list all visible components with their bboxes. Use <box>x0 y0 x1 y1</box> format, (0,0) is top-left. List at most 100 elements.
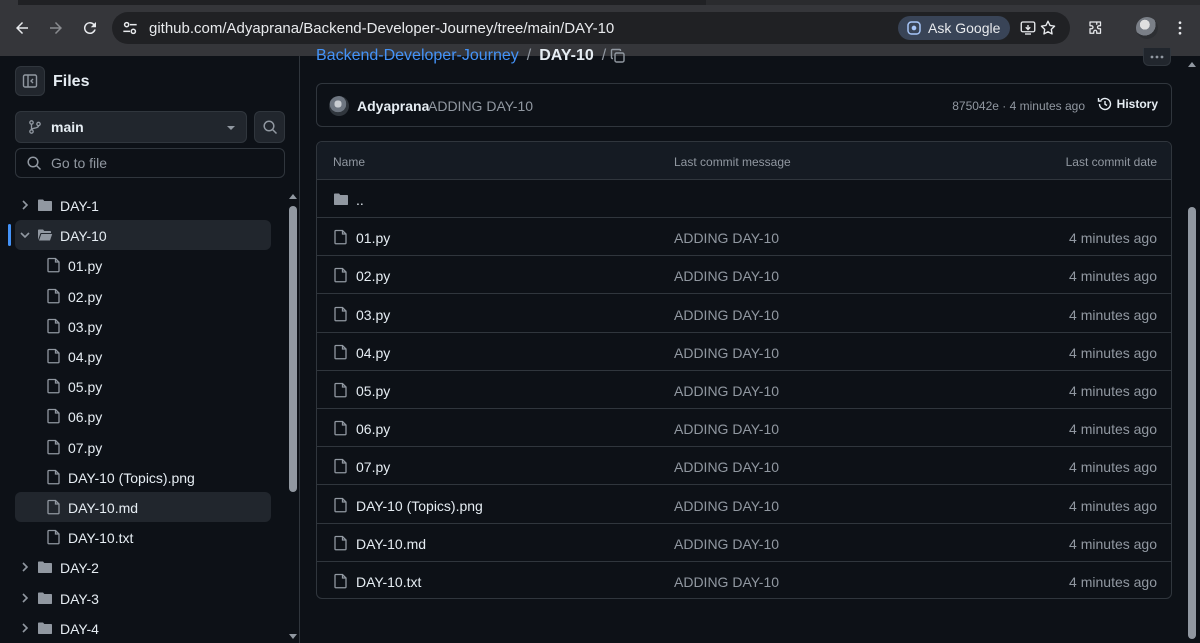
file-commit-message[interactable]: ADDING DAY-10 <box>674 536 779 552</box>
caret-down-icon <box>227 126 235 130</box>
scroll-down-arrow-icon[interactable] <box>288 633 298 641</box>
file-name-link[interactable]: 06.py <box>356 421 390 437</box>
forward-button[interactable] <box>45 17 67 39</box>
inactive-tab[interactable] <box>706 0 1200 5</box>
tree-file[interactable]: 05.py <box>15 371 271 401</box>
file-commit-message[interactable]: ADDING DAY-10 <box>674 307 779 323</box>
commit-author[interactable]: Adyaprana <box>357 98 429 114</box>
install-app-button[interactable] <box>1018 18 1038 38</box>
file-icon <box>334 421 347 436</box>
table-row[interactable]: 04.py ADDING DAY-10 4 minutes ago <box>317 333 1171 371</box>
tree-file[interactable]: 03.py <box>15 311 271 341</box>
table-row[interactable]: 05.py ADDING DAY-10 4 minutes ago <box>317 371 1171 409</box>
tree-item-label: DAY-10.txt <box>68 530 134 547</box>
file-commit-message[interactable]: ADDING DAY-10 <box>674 574 779 590</box>
table-row[interactable]: DAY-10.txt ADDING DAY-10 4 minutes ago <box>317 562 1171 598</box>
tree-folder[interactable]: DAY-1 <box>15 190 271 220</box>
file-tree-sidebar: Files main DAY-1 DAY-10 01.py 02.py 03.py 04.… <box>0 56 300 643</box>
chevron-right-icon[interactable] <box>18 198 32 212</box>
extensions-button[interactable] <box>1085 17 1107 39</box>
tree-folder[interactable]: DAY-3 <box>15 583 271 613</box>
table-row[interactable]: 02.py ADDING DAY-10 4 minutes ago <box>317 256 1171 295</box>
file-commit-date: 4 minutes ago <box>1069 421 1157 438</box>
file-name-link[interactable]: DAY-10.md <box>356 536 426 552</box>
file-commit-message[interactable]: ADDING DAY-10 <box>674 345 779 361</box>
table-header: Name Last commit message Last commit dat… <box>317 142 1171 180</box>
history-button[interactable]: History <box>1097 96 1158 112</box>
table-row[interactable]: DAY-10.md ADDING DAY-10 4 minutes ago <box>317 524 1171 562</box>
go-to-file-input[interactable] <box>51 155 271 171</box>
collapse-sidebar-button[interactable] <box>15 66 45 96</box>
file-name-link[interactable]: 01.py <box>356 230 390 246</box>
chevron-down-icon[interactable] <box>18 228 32 242</box>
file-name-link[interactable]: DAY-10.txt <box>356 574 421 590</box>
table-row[interactable]: 03.py ADDING DAY-10 4 minutes ago <box>317 295 1171 333</box>
file-icon <box>334 306 347 321</box>
breadcrumb-repo-link[interactable]: Backend-Developer-Journey <box>316 47 519 65</box>
bookmark-button[interactable] <box>1038 18 1058 38</box>
copy-path-icon[interactable] <box>610 48 626 64</box>
more-options-button[interactable] <box>1143 48 1171 66</box>
file-name-link[interactable]: 03.py <box>356 307 390 323</box>
chevron-right-icon[interactable] <box>18 591 32 605</box>
file-commit-message[interactable]: ADDING DAY-10 <box>674 421 779 437</box>
file-commit-message[interactable]: ADDING DAY-10 <box>674 459 779 475</box>
tree-item-label: 07.py <box>68 439 103 456</box>
site-settings-icon[interactable] <box>120 18 140 38</box>
file-name-link[interactable]: 05.py <box>356 383 390 399</box>
file-commit-message[interactable]: ADDING DAY-10 <box>674 230 779 246</box>
sidebar-scroll-thumb[interactable] <box>289 206 297 492</box>
file-icon <box>47 258 60 273</box>
parent-directory-link[interactable]: .. <box>356 192 364 208</box>
reload-button[interactable] <box>79 17 101 39</box>
author-avatar[interactable] <box>329 96 349 116</box>
file-commit-date: 4 minutes ago <box>1069 459 1157 476</box>
page-scroll-up-arrow-icon[interactable] <box>1187 60 1197 68</box>
tree-file[interactable]: 07.py <box>15 432 271 462</box>
file-commit-message[interactable]: ADDING DAY-10 <box>674 498 779 514</box>
table-row[interactable]: 01.py ADDING DAY-10 4 minutes ago <box>317 218 1171 257</box>
tree-file[interactable]: DAY-10 (Topics).png <box>15 462 271 492</box>
branch-selector[interactable]: main <box>15 111 247 143</box>
commit-hash-time[interactable]: 875042e · 4 minutes ago <box>952 99 1085 113</box>
ask-google-button[interactable]: Ask Google <box>898 16 1010 40</box>
tree-item-label: 01.py <box>68 258 103 275</box>
tree-file[interactable]: 04.py <box>15 341 271 371</box>
file-name-link[interactable]: 02.py <box>356 268 390 284</box>
table-row[interactable]: DAY-10 (Topics).png ADDING DAY-10 4 minute… <box>317 486 1171 524</box>
profile-avatar[interactable] <box>1136 17 1158 39</box>
file-commit-date: 4 minutes ago <box>1069 497 1157 514</box>
file-name-link[interactable]: DAY-10 (Topics).png <box>356 498 483 514</box>
page-scroll-thumb[interactable] <box>1188 207 1196 639</box>
back-button[interactable] <box>11 17 33 39</box>
commit-message[interactable]: ADDING DAY-10 <box>428 98 533 114</box>
file-commit-message[interactable]: ADDING DAY-10 <box>674 268 779 284</box>
chevron-right-icon[interactable] <box>18 621 32 635</box>
file-name-link[interactable]: 04.py <box>356 345 390 361</box>
directory-view: Backend-Developer-Journey / DAY-10 / Ady… <box>301 47 1200 643</box>
tree-folder[interactable]: DAY-4 <box>15 613 271 643</box>
tree-folder[interactable]: DAY-2 <box>15 552 271 582</box>
tree-folder[interactable]: DAY-10 <box>15 220 271 251</box>
file-name-link[interactable]: 07.py <box>356 459 390 475</box>
tree-file[interactable]: 01.py <box>15 250 271 280</box>
search-files-button[interactable] <box>254 111 285 143</box>
go-to-file-field[interactable] <box>15 148 285 178</box>
chevron-right-icon[interactable] <box>18 560 32 574</box>
address-bar[interactable]: github.com/Adyaprana/Backend-Developer-J… <box>112 12 1070 44</box>
browser-menu-button[interactable] <box>1169 17 1191 39</box>
tree-file[interactable]: 02.py <box>15 281 271 311</box>
tree-file[interactable]: DAY-10.txt <box>15 522 271 552</box>
latest-commit-bar: Adyaprana ADDING DAY-10 875042e · 4 minu… <box>316 83 1172 127</box>
url-text[interactable]: github.com/Adyaprana/Backend-Developer-J… <box>149 20 614 37</box>
history-icon <box>1097 97 1111 111</box>
tree-file[interactable]: DAY-10.md <box>15 492 271 522</box>
tree-file[interactable]: 06.py <box>15 401 271 431</box>
scroll-up-arrow-icon[interactable] <box>288 192 298 200</box>
file-commit-message[interactable]: ADDING DAY-10 <box>674 383 779 399</box>
sidebar-collapse-icon <box>22 74 38 88</box>
parent-directory-row[interactable]: .. <box>317 180 1171 218</box>
table-row[interactable]: 07.py ADDING DAY-10 4 minutes ago <box>317 447 1171 486</box>
table-row[interactable]: 06.py ADDING DAY-10 4 minutes ago <box>317 409 1171 448</box>
files-title: Files <box>53 73 90 90</box>
